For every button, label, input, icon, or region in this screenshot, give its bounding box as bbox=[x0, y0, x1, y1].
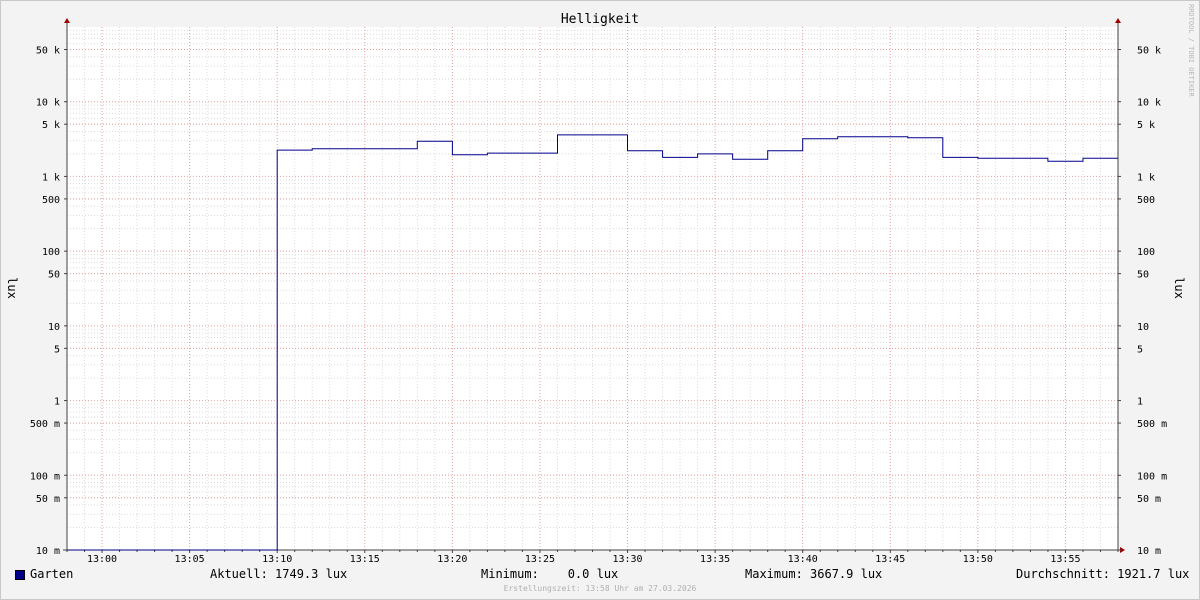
legend-maximum: Maximum: 3667.9 lux bbox=[745, 567, 883, 581]
y-axis-label-left: lux bbox=[5, 277, 19, 299]
y-tick-label-left: 50 bbox=[48, 270, 60, 281]
y-tick-label-right: 5 bbox=[1137, 344, 1143, 355]
x-tick-label: 13:20 bbox=[437, 554, 467, 565]
y-tick-label-left: 1 bbox=[54, 397, 60, 408]
y-tick-label-right: 1 bbox=[1137, 397, 1143, 408]
legend-series-name: Garten bbox=[30, 567, 74, 581]
y-tick-label-right: 50 m bbox=[1137, 494, 1161, 505]
y-tick-label-left: 5 bbox=[54, 344, 60, 355]
y-tick-label-left: 10 k bbox=[36, 98, 60, 109]
y-tick-label-left: 500 m bbox=[30, 419, 60, 430]
x-tick-label: 13:15 bbox=[350, 554, 380, 565]
y-tick-labels-right: 50 k 10 k 5 k 1 k 500 100 50 10 5 1 500 m 100 m 50 m… bbox=[1137, 45, 1167, 557]
y-tick-label-left: 100 bbox=[42, 247, 60, 258]
x-tick-label: 13:25 bbox=[525, 554, 555, 565]
rrdtool-watermark: RRDTOOL / TOBI OETIKER bbox=[1187, 4, 1195, 97]
y-tick-label-left: 10 bbox=[48, 322, 60, 333]
y-tick-label-right: 50 k bbox=[1137, 45, 1161, 56]
chart-title: Helligkeit bbox=[561, 12, 639, 27]
y-tick-label-left: 50 m bbox=[36, 494, 60, 505]
x-tick-label: 13:10 bbox=[262, 554, 292, 565]
legend-average: Durchschnitt: 1921.7 lux bbox=[1016, 567, 1190, 581]
x-tick-label: 13:40 bbox=[788, 554, 818, 565]
x-tick-label: 13:35 bbox=[700, 554, 730, 565]
creation-time-footer: Erstellungszeit: 13:58 Uhr am 27.03.2026 bbox=[503, 584, 697, 593]
y-tick-label-right: 5 k bbox=[1137, 120, 1155, 131]
y-tick-label-right: 500 bbox=[1137, 195, 1155, 206]
y-axis-arrow-right bbox=[1115, 18, 1121, 23]
y-tick-label-right: 10 m bbox=[1137, 546, 1161, 557]
y-tick-label-right: 500 m bbox=[1137, 419, 1167, 430]
x-tick-label: 13:30 bbox=[612, 554, 642, 565]
y-axis-arrow-left bbox=[64, 18, 70, 23]
x-tick-label: 13:55 bbox=[1050, 554, 1080, 565]
x-tick-labels: 13:00 13:05 13:10 13:15 13:20 13:25 13:30 13:35… bbox=[87, 554, 1081, 565]
y-tick-label-right: 100 m bbox=[1137, 471, 1167, 482]
y-tick-label-left: 50 k bbox=[36, 45, 60, 56]
y-axis-label-right: lux bbox=[1172, 277, 1186, 299]
x-tick-label: 13:00 bbox=[87, 554, 117, 565]
y-tick-label-left: 10 m bbox=[36, 546, 60, 557]
y-tick-label-left: 100 m bbox=[30, 471, 60, 482]
legend-minimum: Minimum: 0.0 lux bbox=[481, 567, 619, 581]
y-tick-label-right: 10 bbox=[1137, 322, 1149, 333]
grid bbox=[67, 27, 1118, 551]
y-tick-label-right: 50 bbox=[1137, 270, 1149, 281]
x-tick-label: 13:45 bbox=[875, 554, 905, 565]
x-tick-label: 13:05 bbox=[175, 554, 205, 565]
legend-swatch-garten bbox=[15, 570, 25, 580]
legend-current: Aktuell: 1749.3 lux bbox=[210, 567, 348, 581]
y-tick-label-right: 100 bbox=[1137, 247, 1155, 258]
y-tick-labels-left: 50 k 10 k 5 k 1 k 500 100 50 10 5 1 500 m 100 m 50 m… bbox=[30, 45, 60, 557]
y-tick-label-left: 1 k bbox=[42, 172, 60, 183]
x-tick-label: 13:50 bbox=[963, 554, 993, 565]
y-tick-label-left: 5 k bbox=[42, 120, 60, 131]
y-tick-label-right: 1 k bbox=[1137, 172, 1155, 183]
y-tick-label-right: 10 k bbox=[1137, 98, 1161, 109]
y-tick-label-left: 500 bbox=[42, 195, 60, 206]
brightness-chart: 50 k 10 k 5 k 1 k 500 100 50 10 5 1 500 m 100 m 50 m… bbox=[5, 12, 1186, 565]
